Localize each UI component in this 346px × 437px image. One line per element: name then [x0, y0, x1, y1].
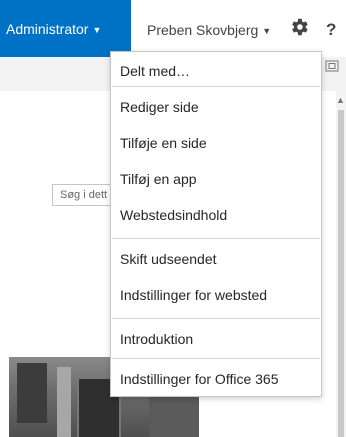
admin-label: Administrator: [6, 21, 89, 37]
menu-item-edit-page[interactable]: Rediger side: [111, 98, 321, 116]
caret-down-icon: ▼: [262, 26, 272, 36]
focus-icon[interactable]: [325, 60, 339, 72]
menu-divider: [112, 86, 320, 87]
menu-divider: [112, 318, 320, 319]
scroll-up-icon[interactable]: ▲: [336, 95, 345, 105]
menu-divider: [112, 238, 320, 239]
user-label: Preben Skovbjerg: [147, 22, 259, 38]
caret-down-icon: ▼: [92, 25, 102, 35]
user-menu-button[interactable]: Preben Skovbjerg ▼: [147, 22, 271, 38]
gear-icon[interactable]: [288, 16, 310, 38]
user-menu-area: Preben Skovbjerg ▼: [131, 0, 346, 57]
menu-item-site-contents[interactable]: Webstedsindhold: [111, 206, 321, 224]
help-button[interactable]: ?: [326, 20, 336, 40]
menu-item-shared-with[interactable]: Delt med…: [111, 62, 321, 80]
scroll-thumb[interactable]: [338, 110, 344, 437]
menu-item-add-app[interactable]: Tilføj en app: [111, 170, 321, 188]
menu-item-getting-started[interactable]: Introduktion: [111, 330, 321, 348]
menu-item-office365-settings[interactable]: Indstillinger for Office 365: [111, 370, 321, 388]
menu-item-change-look[interactable]: Skift udseendet: [111, 250, 321, 268]
menu-item-add-page[interactable]: Tilføje en side: [111, 134, 321, 152]
menu-item-site-settings[interactable]: Indstillinger for websted: [111, 286, 321, 304]
settings-menu: Delt med… Rediger side Tilføje en side T…: [110, 51, 322, 397]
menu-divider: [112, 358, 320, 359]
